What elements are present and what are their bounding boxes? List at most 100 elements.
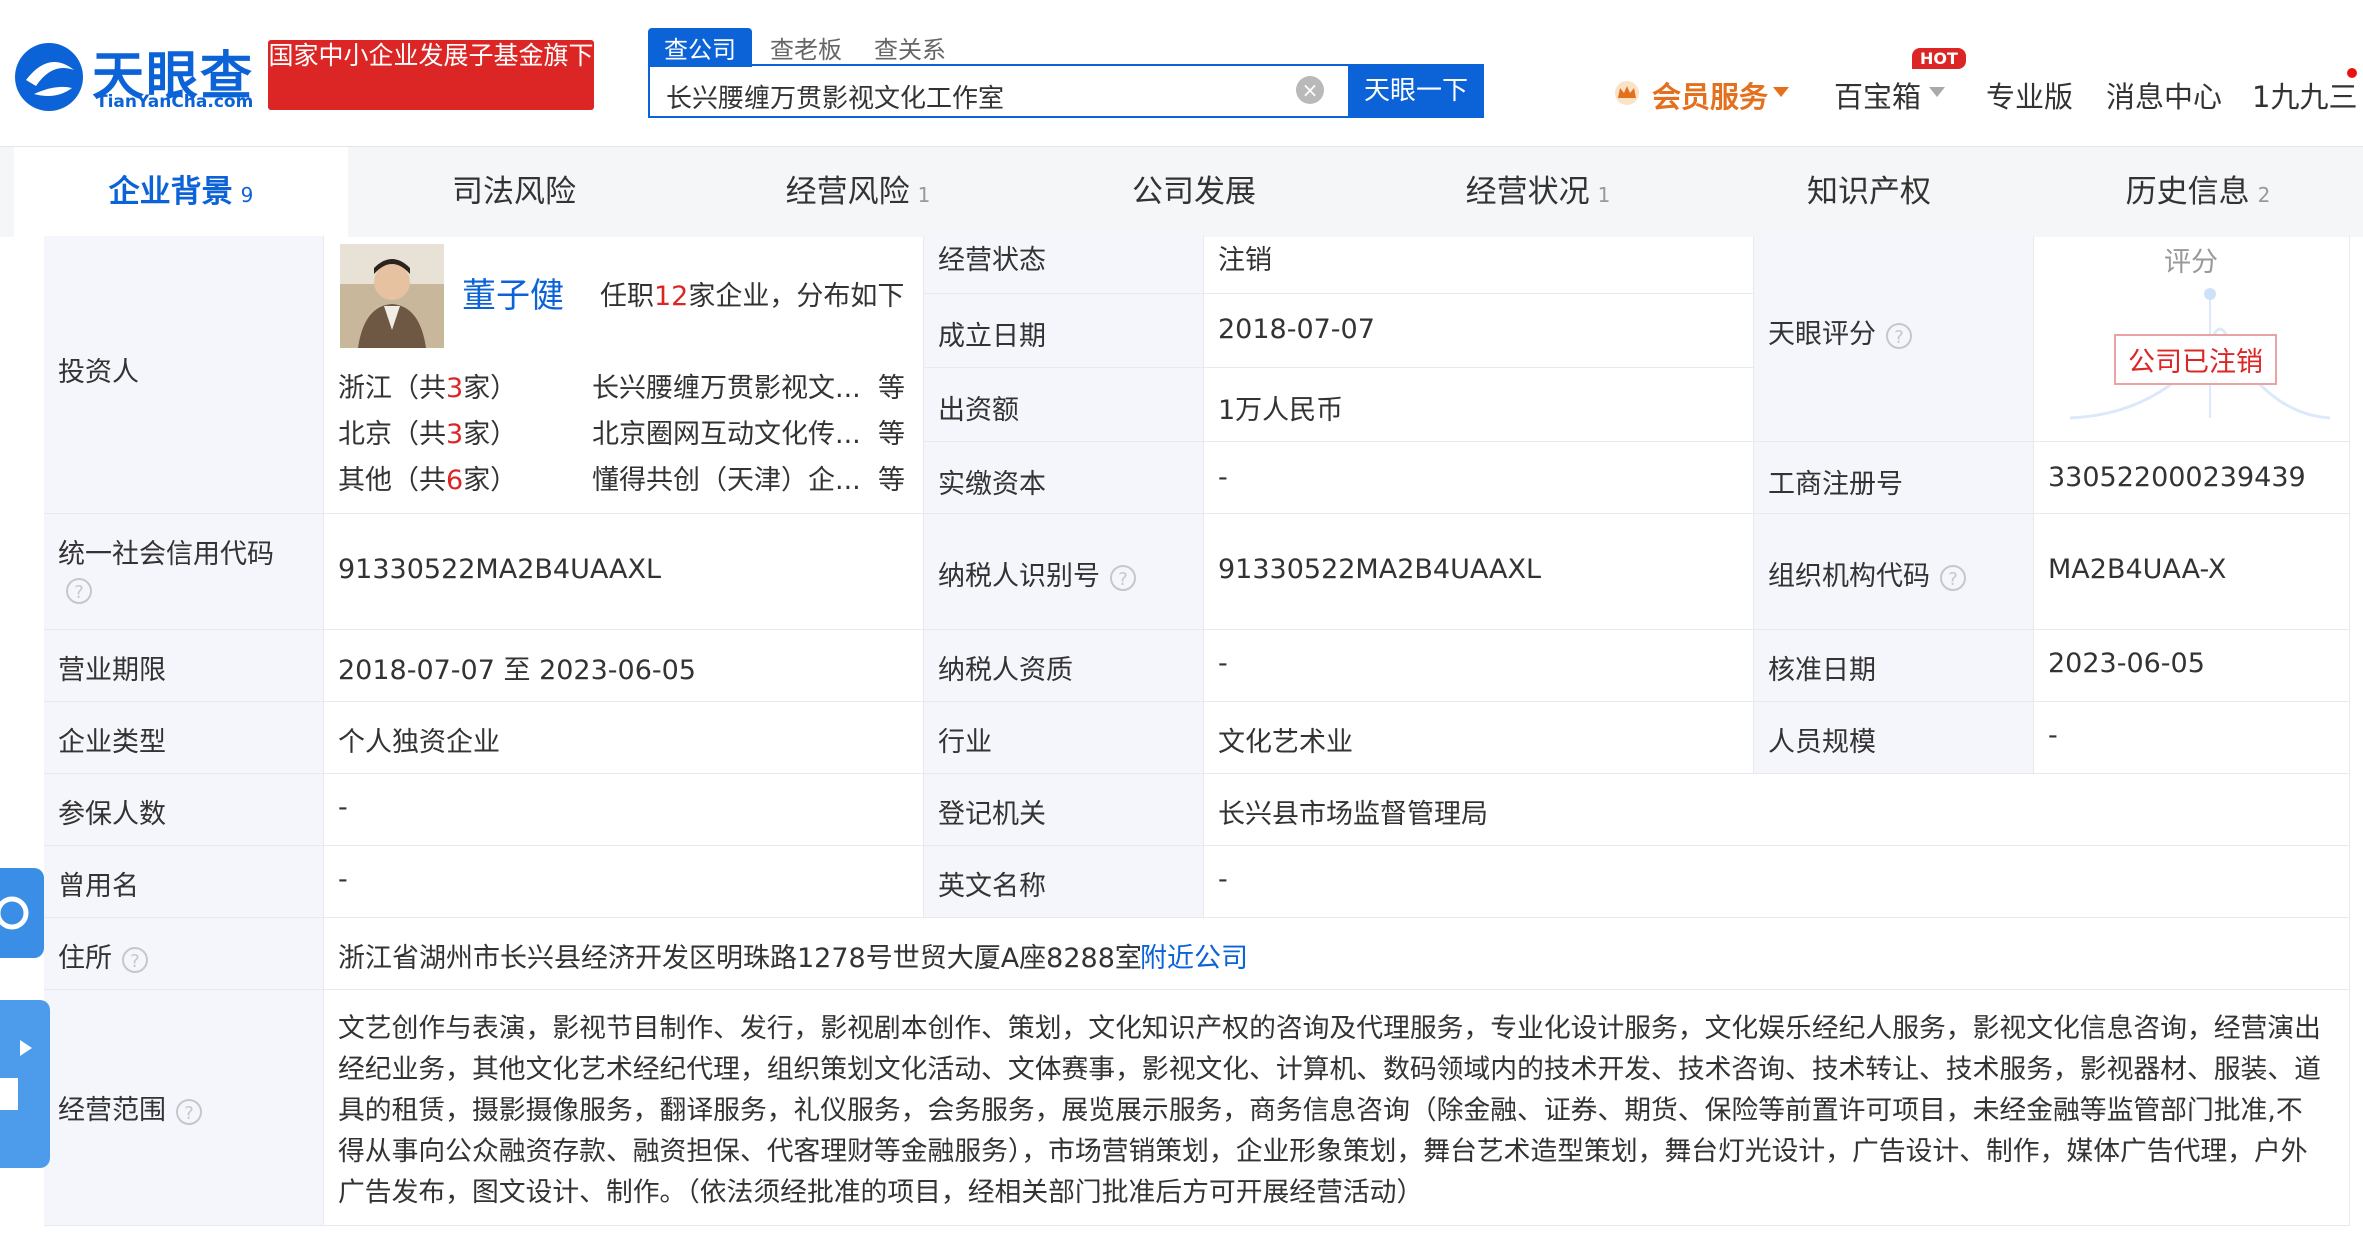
pro-version-link[interactable]: 专业版 bbox=[1986, 74, 2073, 116]
former-value-cell: - bbox=[324, 846, 924, 918]
address-label: 住所? bbox=[58, 936, 148, 975]
approve-label-cell: 核准日期 bbox=[1754, 630, 2034, 702]
tab-operation-status[interactable]: 经营状况 1 bbox=[1368, 147, 1708, 237]
promo-banner[interactable]: 国家中小企业发展子基金旗下 bbox=[268, 40, 594, 110]
type-value-cell: 个人独资企业 bbox=[324, 702, 924, 774]
side-app-download[interactable] bbox=[0, 1000, 50, 1168]
org-code-value: MA2B4UAA-X bbox=[2048, 554, 2227, 585]
region-companies-link[interactable]: 北京圈网互动文化传... bbox=[592, 412, 861, 451]
region-companies-link[interactable]: 懂得共创（天津）企... bbox=[592, 458, 861, 497]
region-prefix: 其他（共 bbox=[338, 465, 446, 496]
industry-label-cell: 行业 bbox=[924, 702, 1204, 774]
search-tab-company[interactable]: 查公司 bbox=[648, 28, 752, 67]
search-tab-boss[interactable]: 查老板 bbox=[770, 30, 842, 65]
user-name[interactable]: 1九九三 bbox=[2252, 74, 2357, 116]
orgcode-value-cell: MA2B4UAA-X bbox=[2034, 514, 2350, 630]
region-suffix: 家） bbox=[463, 373, 518, 404]
approve-date-label: 核准日期 bbox=[1768, 655, 1876, 686]
address-label-text: 住所 bbox=[58, 943, 112, 974]
help-icon[interactable]: ? bbox=[122, 946, 148, 973]
insured-label: 参保人数 bbox=[58, 799, 166, 830]
tab-company-development[interactable]: 公司发展 bbox=[1028, 147, 1368, 237]
regno-label-cell: 工商注册号 bbox=[1754, 442, 2034, 514]
clear-icon[interactable]: × bbox=[1296, 76, 1324, 104]
tab-judicial-risk[interactable]: 司法风险 bbox=[348, 147, 688, 237]
tianyancha-logo-icon[interactable] bbox=[12, 40, 86, 114]
baibaoxiang-menu[interactable]: 百宝箱 bbox=[1834, 74, 1921, 116]
paid-capital-label: 实缴资本 bbox=[938, 469, 1046, 500]
company-type-value: 个人独资企业 bbox=[338, 727, 500, 758]
orgcode-label-cell: 组织机构代码? bbox=[1754, 514, 2034, 630]
scope-label-text: 经营范围 bbox=[58, 1095, 166, 1126]
region-prefix: 浙江（共 bbox=[338, 373, 446, 404]
org-code-label-text: 组织机构代码 bbox=[1768, 561, 1930, 592]
insured-label-cell: 参保人数 bbox=[44, 774, 324, 846]
address-value: 浙江省湖州市长兴县经济开发区明珠路1278号世贸大厦A座8288室 bbox=[338, 943, 1142, 974]
score-label-cell: 天眼评分? bbox=[1754, 236, 2034, 442]
founded-value-cell: 2018-07-07 bbox=[1204, 294, 1754, 368]
region-more: 等 bbox=[878, 373, 905, 404]
help-icon[interactable]: ? bbox=[66, 578, 92, 604]
section-tabs: 企业背景 9 司法风险 经营风险 1 公司发展 经营状况 1 知识产权 历史信息 2 bbox=[0, 146, 2363, 237]
capital-value-cell: 1万人民币 bbox=[1204, 368, 1754, 442]
search-input[interactable]: 长兴腰缠万贯影视文化工作室 × bbox=[648, 64, 1348, 118]
search-button[interactable]: 天眼一下 bbox=[1348, 64, 1484, 118]
message-center-link[interactable]: 消息中心 bbox=[2106, 74, 2222, 116]
status-value: 注销 bbox=[1218, 245, 1272, 276]
side-float-button[interactable] bbox=[0, 868, 44, 958]
region-companies-link[interactable]: 长兴腰缠万贯影视文... bbox=[592, 366, 861, 405]
hot-badge: HOT bbox=[1912, 48, 1966, 69]
search-tab-relation[interactable]: 查关系 bbox=[874, 30, 946, 65]
address-value-cell: 浙江省湖州市长兴县经济开发区明珠路1278号世贸大厦A座8288室 附近公司 bbox=[324, 918, 2350, 990]
tab-intellectual-property[interactable]: 知识产权 bbox=[1708, 147, 2038, 237]
staff-value-cell: - bbox=[2034, 702, 2350, 774]
term-label: 营业期限 bbox=[58, 655, 166, 686]
paid-capital-value: - bbox=[1218, 462, 1228, 493]
investor-avatar[interactable] bbox=[340, 244, 444, 348]
region-suffix: 家） bbox=[463, 465, 518, 496]
tab-history-info[interactable]: 历史信息 2 bbox=[2038, 147, 2358, 237]
tab-operation-risk[interactable]: 经营风险 1 bbox=[688, 147, 1028, 237]
taxqual-value-cell: - bbox=[1204, 630, 1754, 702]
vip-service-menu[interactable]: 会员服务 bbox=[1652, 74, 1768, 116]
nearby-companies-link[interactable]: 附近公司 bbox=[1140, 936, 1248, 975]
tab-count: 2 bbox=[2257, 183, 2271, 207]
industry-value-cell: 文化艺术业 bbox=[1204, 702, 1754, 774]
summary-count: 12 bbox=[654, 281, 689, 312]
help-icon[interactable]: ? bbox=[1110, 564, 1136, 591]
insured-value: - bbox=[338, 792, 348, 823]
en-value-cell: - bbox=[1204, 846, 2350, 918]
reg-authority-value: 长兴县市场监督管理局 bbox=[1218, 799, 1488, 830]
score-title: 评分 bbox=[2164, 247, 2218, 278]
tab-count: 9 bbox=[240, 183, 254, 207]
tax-id-label: 纳税人识别号? bbox=[938, 554, 1136, 593]
reg-authority-label: 登记机关 bbox=[938, 799, 1046, 830]
help-icon[interactable]: ? bbox=[176, 1098, 202, 1125]
chat-icon bbox=[0, 896, 29, 930]
tab-count: 1 bbox=[1597, 183, 1611, 207]
regno-value-cell: 330522000239439 bbox=[2034, 442, 2350, 514]
regauth-value-cell: 长兴县市场监督管理局 bbox=[1204, 774, 2350, 846]
region-more: 等 bbox=[878, 465, 905, 496]
deregistered-stamp: 公司已注销 bbox=[2114, 334, 2277, 385]
app-icon bbox=[0, 1040, 32, 1110]
reg-no-value: 330522000239439 bbox=[2048, 462, 2306, 493]
status-label-cell: 经营状态 bbox=[924, 236, 1204, 294]
region-beijing[interactable]: 北京（共3家） bbox=[338, 412, 517, 451]
tax-id-value: 91330522MA2B4UAAXL bbox=[1218, 554, 1542, 585]
scope-value-cell: 文艺创作与表演，影视节目制作、发行，影视剧本创作、策划，文化知识产权的咨询及代理… bbox=[324, 990, 2350, 1226]
tab-enterprise-background[interactable]: 企业背景 9 bbox=[14, 147, 348, 237]
paid-value-cell: - bbox=[1204, 442, 1754, 514]
investor-label: 投资人 bbox=[58, 357, 139, 388]
reg-no-label: 工商注册号 bbox=[1768, 469, 1903, 500]
help-icon[interactable]: ? bbox=[1940, 564, 1966, 591]
former-label-cell: 曾用名 bbox=[44, 846, 324, 918]
investor-name-link[interactable]: 董子健 bbox=[462, 268, 564, 317]
staff-label-cell: 人员规模 bbox=[1754, 702, 2034, 774]
region-zhejiang[interactable]: 浙江（共3家） bbox=[338, 366, 517, 405]
approve-value-cell: 2023-06-05 bbox=[2034, 630, 2350, 702]
help-icon[interactable]: ? bbox=[1886, 322, 1912, 349]
region-suffix: 家） bbox=[463, 419, 518, 450]
region-other[interactable]: 其他（共6家） bbox=[338, 458, 517, 497]
crown-icon bbox=[1615, 81, 1639, 105]
